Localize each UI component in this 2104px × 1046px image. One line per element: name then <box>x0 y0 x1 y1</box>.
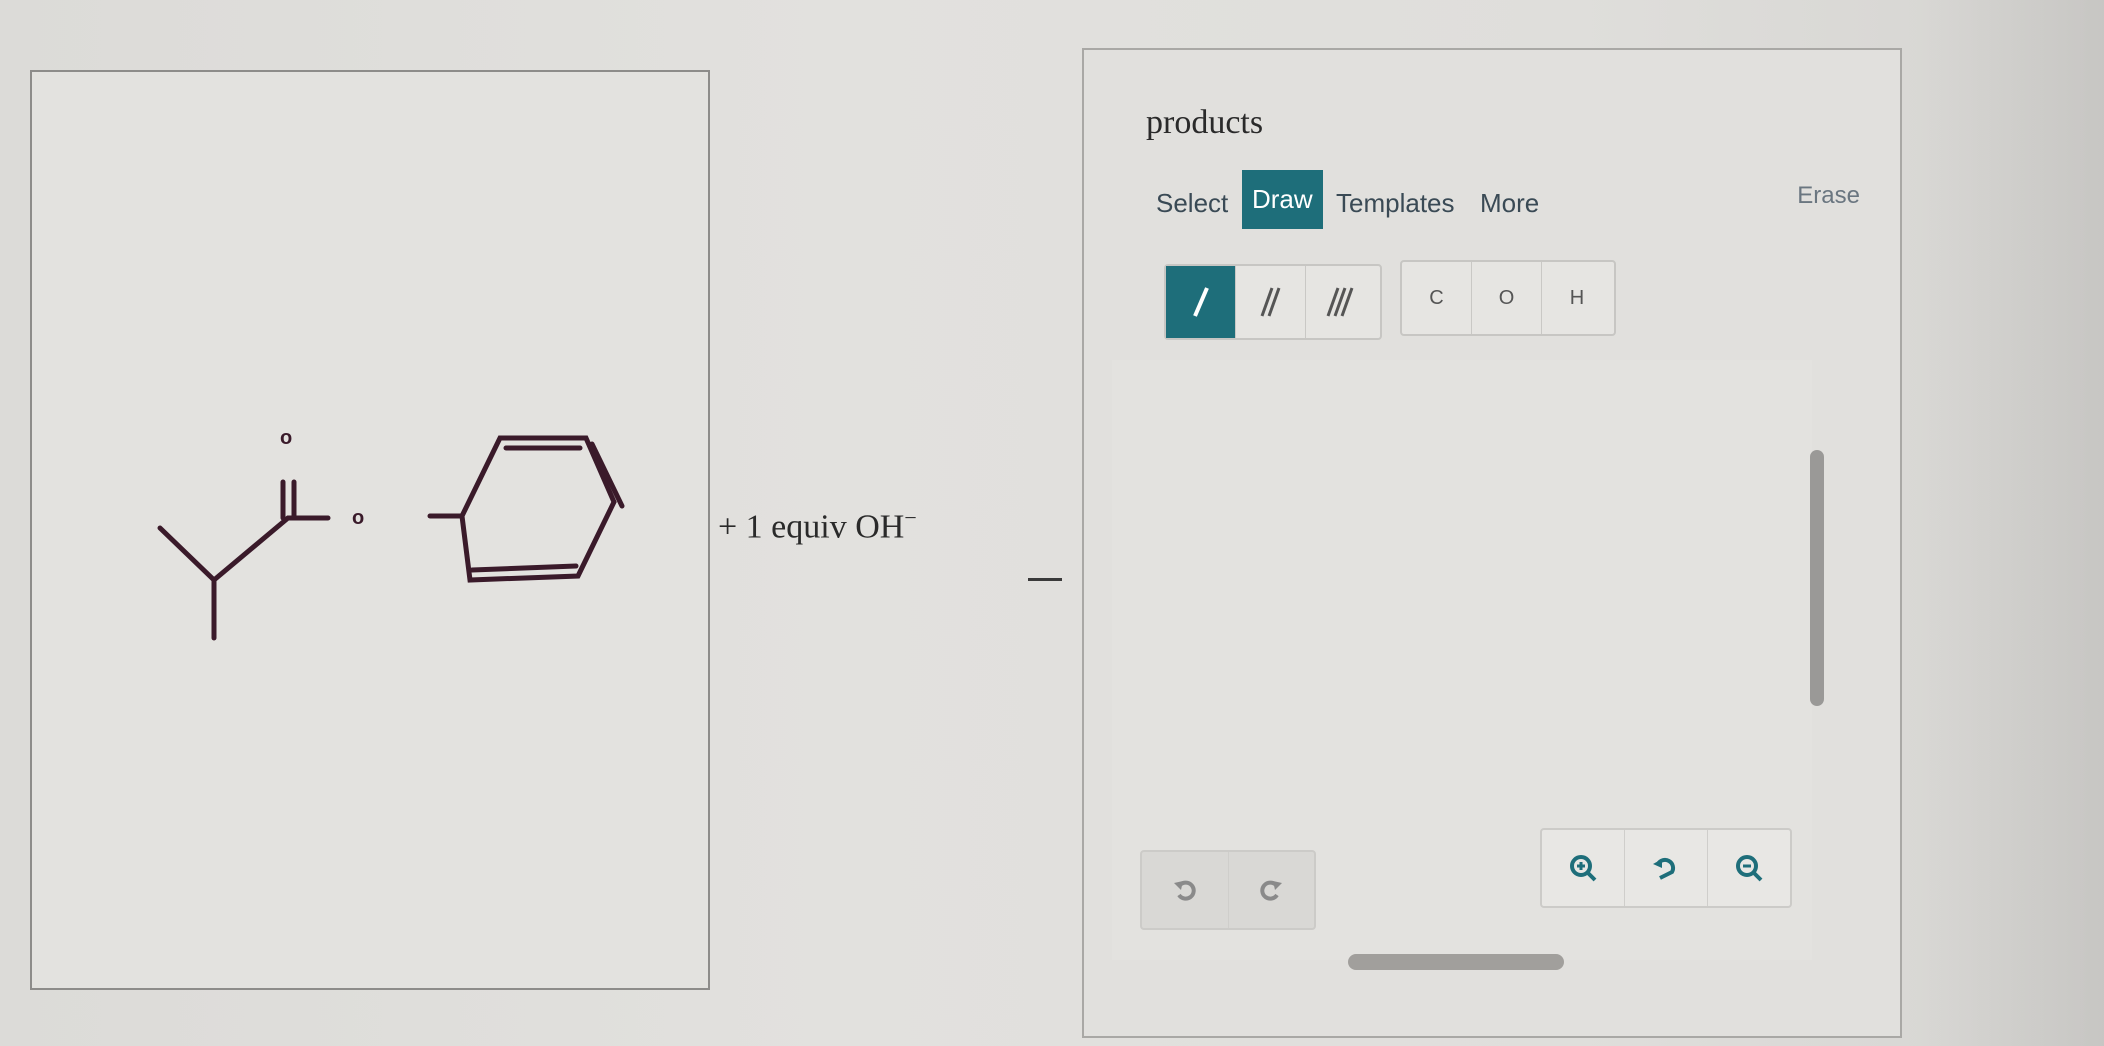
reagent-label: + 1 equiv OH− <box>718 505 917 546</box>
carbonyl-oxygen-label: o <box>280 427 292 449</box>
triple-bond-button[interactable] <box>1306 266 1376 338</box>
bond <box>469 563 579 573</box>
tab-draw[interactable]: Draw <box>1242 170 1323 229</box>
carbon-atom-button[interactable]: C <box>1402 262 1472 334</box>
double-bond-icon <box>1260 287 1280 317</box>
oxygen-atom-button[interactable]: O <box>1472 262 1542 334</box>
redo-button[interactable] <box>1229 852 1315 928</box>
atom-tool-group: C O H <box>1400 260 1616 336</box>
reagent-text: + 1 equiv OH <box>718 508 905 546</box>
zoom-out-button[interactable] <box>1708 830 1790 906</box>
ester-oxygen-label: o <box>352 507 364 529</box>
drawing-menu-bar: Select Draw Templates More Erase <box>1150 170 1860 240</box>
tab-templates[interactable]: Templates <box>1336 188 1455 219</box>
background-shadow <box>1920 0 2104 1046</box>
double-bond-button[interactable] <box>1236 266 1306 338</box>
zoom-out-icon <box>1736 855 1763 882</box>
vertical-scrollbar[interactable] <box>1810 450 1824 706</box>
reset-zoom-icon <box>1653 857 1676 880</box>
bond <box>589 441 625 509</box>
triple-bond-icon <box>1326 287 1354 317</box>
reaction-arrow <box>1028 578 1062 581</box>
single-bond-button[interactable] <box>1166 266 1236 338</box>
reset-zoom-button[interactable] <box>1625 830 1708 906</box>
single-bond-icon <box>1192 287 1209 317</box>
zoom-in-icon <box>1570 855 1597 882</box>
zoom-controls <box>1540 828 1792 908</box>
tab-select[interactable]: Select <box>1156 188 1228 219</box>
undo-button[interactable] <box>1142 852 1229 928</box>
reagent-charge: − <box>904 505 917 530</box>
zoom-in-button[interactable] <box>1542 830 1625 906</box>
reactant-panel: o o <box>30 70 710 990</box>
bond <box>211 515 291 583</box>
hydrogen-atom-button[interactable]: H <box>1542 262 1612 334</box>
reactant-structure: o o <box>157 427 625 641</box>
tab-more[interactable]: More <box>1480 188 1539 219</box>
bond <box>157 525 217 583</box>
bond-tool-group <box>1164 264 1382 340</box>
redo-icon <box>1260 880 1283 901</box>
erase-button[interactable]: Erase <box>1797 182 1860 210</box>
undo-icon <box>1173 880 1196 901</box>
ring <box>459 435 617 583</box>
products-title: products <box>1146 104 1264 141</box>
history-controls <box>1140 850 1316 930</box>
horizontal-scrollbar[interactable] <box>1348 954 1564 970</box>
